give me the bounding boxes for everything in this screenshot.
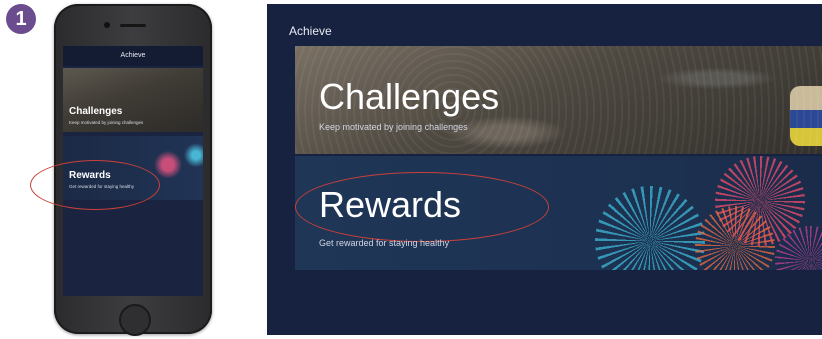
phone-header-title: Achieve: [63, 46, 203, 66]
achieve-screen: Achieve Challenges Keep motivated by joi…: [267, 4, 822, 335]
step-number-badge: 1: [6, 4, 36, 34]
tile-subtitle: Get rewarded for staying healthy: [319, 238, 450, 248]
highlight-ring: [30, 160, 160, 210]
screen-header-title: Achieve: [289, 24, 332, 38]
phone-tile-subtitle: Keep motivated by joining challenges: [69, 120, 144, 125]
tile-subtitle: Keep motivated by joining challenges: [319, 122, 468, 132]
phone-tile-title: Challenges: [69, 106, 123, 117]
phone-mockup: Achieve Challenges Keep motivated by joi…: [30, 4, 212, 336]
tile-challenges[interactable]: Challenges Keep motivated by joining cha…: [295, 46, 822, 154]
firework-image: [595, 186, 705, 270]
camera-icon: [104, 22, 110, 28]
tile-title: Challenges: [319, 76, 500, 117]
tile-title: Rewards: [319, 184, 462, 225]
phone-tile-challenges[interactable]: Challenges Keep motivated by joining cha…: [63, 68, 203, 132]
speaker-icon: [120, 24, 146, 27]
runner-image: [790, 86, 822, 146]
tile-rewards[interactable]: Rewards Get rewarded for staying healthy: [295, 156, 822, 270]
home-button[interactable]: [119, 304, 151, 336]
